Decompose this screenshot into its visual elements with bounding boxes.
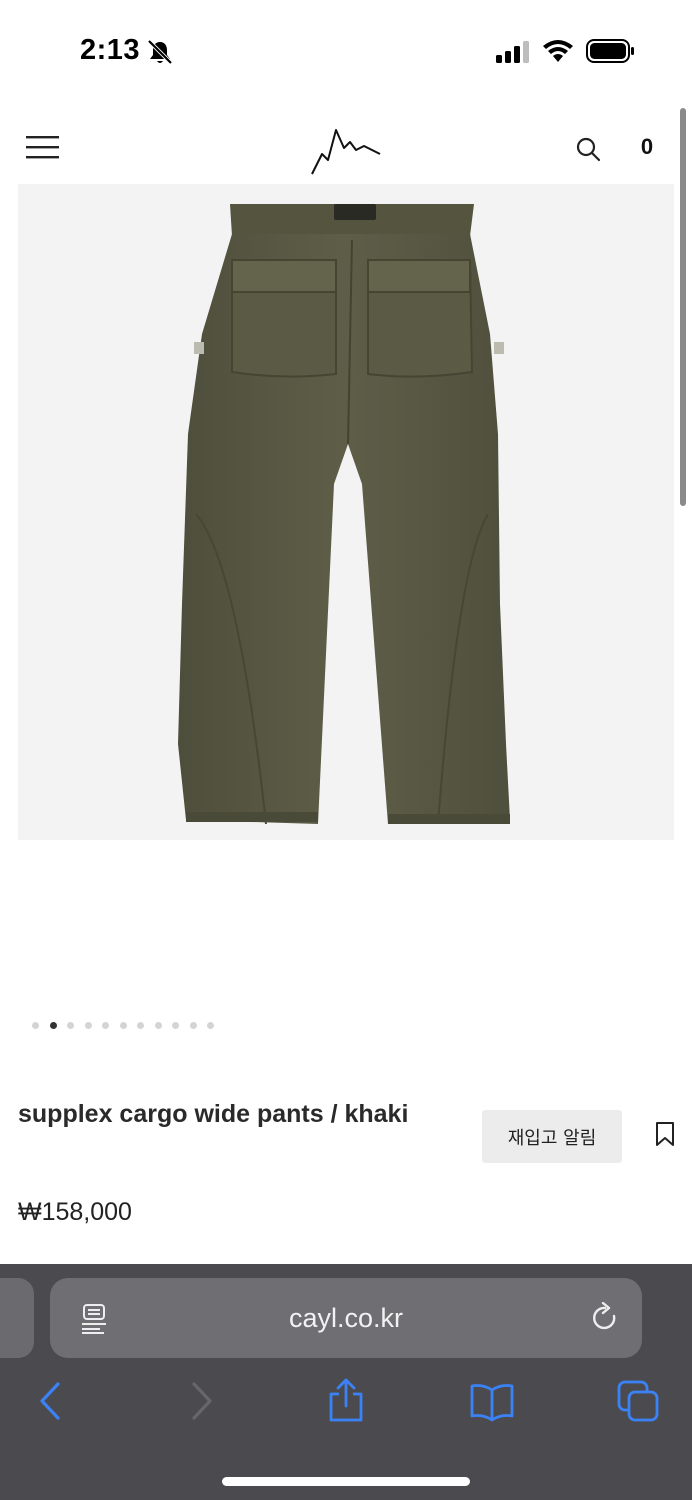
product-price: ₩158,000 <box>18 1198 132 1226</box>
product-image[interactable] <box>18 184 674 840</box>
khaki-pants-image <box>178 204 510 825</box>
bookmark-icon[interactable] <box>654 1121 676 1147</box>
tabs-icon[interactable] <box>615 1378 661 1424</box>
status-time: 2:13 <box>80 34 141 66</box>
carousel-dot[interactable] <box>172 1022 179 1029</box>
carousel-dot[interactable] <box>102 1022 109 1029</box>
search-icon[interactable] <box>575 136 601 162</box>
carousel-dot[interactable] <box>67 1022 74 1029</box>
share-icon[interactable] <box>323 1378 369 1424</box>
home-indicator[interactable] <box>222 1477 470 1486</box>
address-bar[interactable]: cayl.co.kr <box>50 1278 642 1358</box>
previous-tab-preview[interactable] <box>0 1278 34 1358</box>
carousel-dot[interactable] <box>84 1022 92 1029</box>
carousel-dot-active[interactable] <box>49 1022 57 1029</box>
mountain-logo-icon[interactable] <box>308 124 384 178</box>
site-header: 0 <box>0 100 692 184</box>
hamburger-menu-icon[interactable] <box>26 134 60 160</box>
scrollbar[interactable] <box>680 108 686 506</box>
product-name: supplex cargo wide pants / khaki <box>18 1100 409 1128</box>
carousel-dot[interactable] <box>207 1022 214 1029</box>
carousel-dot[interactable] <box>119 1022 127 1029</box>
cart-count[interactable]: 0 <box>633 134 661 160</box>
carousel-dot[interactable] <box>137 1022 144 1029</box>
forward-icon[interactable] <box>178 1378 224 1424</box>
battery-icon <box>586 39 634 63</box>
bell-slash-icon <box>147 39 173 65</box>
bookmarks-icon[interactable] <box>469 1378 515 1424</box>
image-carousel-dots[interactable] <box>32 1022 214 1029</box>
carousel-dot[interactable] <box>189 1022 197 1029</box>
status-bar: 2:13 <box>0 0 692 100</box>
url-text[interactable]: cayl.co.kr <box>50 1278 642 1358</box>
restock-notify-button[interactable]: 재입고 알림 <box>482 1110 622 1163</box>
carousel-dot[interactable] <box>154 1022 162 1029</box>
reader-mode-icon[interactable] <box>80 1302 108 1334</box>
cellular-signal-icon <box>496 41 529 63</box>
wifi-icon <box>543 40 573 62</box>
carousel-dot[interactable] <box>32 1022 39 1029</box>
reload-icon[interactable] <box>590 1302 620 1334</box>
back-icon[interactable] <box>28 1378 74 1424</box>
